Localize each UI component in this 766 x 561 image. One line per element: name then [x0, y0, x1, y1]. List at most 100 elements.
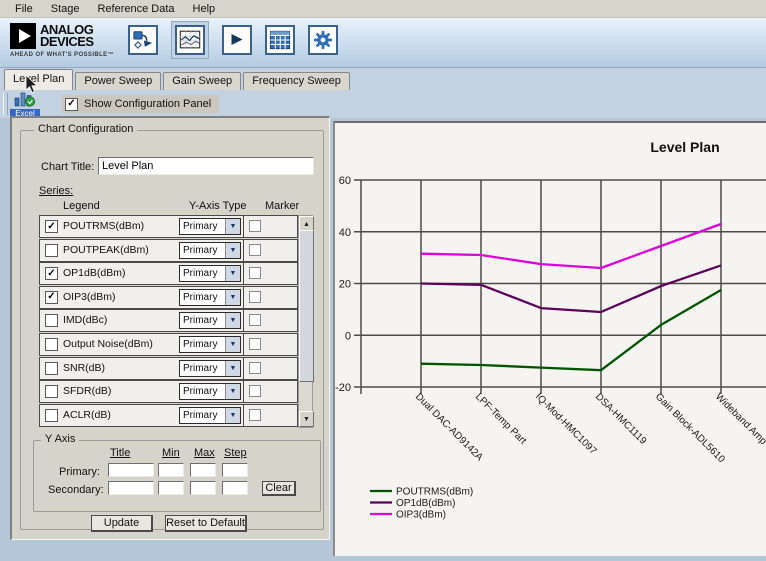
settings-gear-icon[interactable]	[308, 25, 338, 55]
chart-icon[interactable]	[175, 25, 205, 55]
tab-frequency-sweep[interactable]: Frequency Sweep	[243, 72, 350, 90]
marker-checkbox[interactable]	[249, 267, 261, 279]
amplifier-icon[interactable]	[222, 25, 252, 55]
menu-reference-data[interactable]: Reference Data	[88, 2, 183, 16]
dropdown-arrow-icon[interactable]: ▼	[225, 290, 240, 305]
dropdown-arrow-icon[interactable]: ▼	[225, 243, 240, 258]
menu-stage[interactable]: Stage	[42, 2, 89, 16]
series-line-OIP3(dBm)	[421, 224, 721, 268]
marker-checkbox[interactable]	[249, 314, 261, 326]
tab-gain-sweep[interactable]: Gain Sweep	[163, 72, 241, 90]
dropdown-arrow-icon[interactable]: ▼	[225, 408, 240, 423]
scroll-down-button[interactable]: ▼	[299, 411, 314, 427]
secondary-row-label: Secondary:	[48, 484, 104, 496]
series-label: SFDR(dB)	[63, 385, 111, 397]
yaxis-primary-title-input[interactable]	[108, 463, 154, 477]
chart-title-input[interactable]	[98, 157, 314, 175]
update-button[interactable]: Update	[91, 515, 153, 532]
marker-checkbox[interactable]	[249, 291, 261, 303]
y-axis-type-dropdown[interactable]: Primary▼	[179, 383, 241, 400]
series-enable-checkbox[interactable]	[45, 338, 58, 351]
marker-cell	[243, 358, 299, 379]
dropdown-arrow-icon[interactable]: ▼	[225, 361, 240, 376]
y-axis-type-dropdown[interactable]: Primary ▼	[179, 265, 241, 282]
marker-checkbox[interactable]	[249, 220, 261, 232]
y-axis-type-dropdown[interactable]: Primary▼	[179, 289, 241, 306]
yaxis-secondary-title-input[interactable]	[108, 481, 154, 495]
dropdown-arrow-icon[interactable]: ▼	[225, 313, 240, 328]
yaxis-primary-max-input[interactable]	[190, 463, 216, 477]
series-list-scrollbar[interactable]: ▲ ▼	[298, 215, 313, 428]
svg-text:POUTRMS(dBm): POUTRMS(dBm)	[396, 487, 473, 498]
marker-cell	[243, 216, 299, 237]
y-axis-type-dropdown[interactable]: Primary▼	[179, 242, 241, 259]
y-axis-type-value: Primary	[183, 268, 217, 279]
y-axis-group-title: Y Axis	[41, 433, 79, 445]
series-enable-checkbox[interactable]: ✓	[45, 291, 58, 304]
series-enable-checkbox[interactable]	[45, 385, 58, 398]
clear-button[interactable]: Clear	[262, 481, 296, 496]
series-label: POUTRMS(dBm)	[63, 220, 144, 232]
y-axis-group: Y Axis Title Min Max Step Primary: Secon…	[33, 440, 321, 512]
dropdown-arrow-icon[interactable]: ▼	[225, 219, 240, 234]
menu-file[interactable]: File	[6, 2, 42, 16]
marker-checkbox[interactable]	[249, 362, 261, 374]
svg-text:OIP3(dBm): OIP3(dBm)	[396, 510, 446, 521]
series-enable-checkbox[interactable]	[45, 362, 58, 375]
marker-checkbox[interactable]	[249, 385, 261, 397]
tab-level-plan[interactable]: Level Plan	[4, 69, 73, 90]
y-axis-type-dropdown[interactable]: Primary▼	[179, 407, 241, 424]
table-icon[interactable]	[265, 25, 295, 55]
series-enable-checkbox[interactable]	[45, 244, 58, 257]
dropdown-arrow-icon[interactable]: ▼	[225, 337, 240, 352]
series-enable-checkbox[interactable]: ✓	[45, 220, 58, 233]
reset-to-default-button[interactable]: Reset to Default	[165, 515, 247, 532]
show-configuration-panel-toggle[interactable]: ✓ Show Configuration Panel	[62, 95, 219, 113]
y-axis-type-dropdown[interactable]: Primary ▼	[179, 360, 241, 377]
series-list: ✓POUTRMS(dBm)Primary▼POUTPEAK(dBm)Primar…	[39, 215, 298, 428]
yaxis-primary-min-input[interactable]	[158, 463, 184, 477]
marker-checkbox[interactable]	[249, 338, 261, 350]
svg-text:-20: -20	[335, 382, 351, 394]
y-axis-max-header: Max	[194, 447, 215, 459]
y-axis-type-dropdown[interactable]: Primary ▼	[179, 336, 241, 353]
series-enable-checkbox[interactable]	[45, 314, 58, 327]
yaxis-primary-step-input[interactable]	[222, 463, 248, 477]
dropdown-arrow-icon[interactable]: ▼	[225, 384, 240, 399]
series-line-POUTRMS(dBm)	[421, 290, 721, 370]
y-axis-type-dropdown[interactable]: Primary ▼	[179, 218, 241, 235]
marker-column-header: Marker	[265, 200, 299, 212]
y-axis-type-value: Primary	[183, 221, 217, 232]
signal-chain-icon[interactable]	[128, 25, 158, 55]
dropdown-arrow-icon[interactable]: ▼	[225, 266, 240, 281]
y-axis-type-value: Primary	[183, 363, 217, 374]
series-enable-checkbox[interactable]: ✓	[45, 267, 58, 280]
y-axis-type-value: Primary	[183, 339, 217, 350]
marker-checkbox[interactable]	[249, 244, 261, 256]
svg-text:IQ-Mod-HMC1097: IQ-Mod-HMC1097	[533, 391, 599, 457]
yaxis-secondary-step-input[interactable]	[222, 481, 248, 495]
tab-strip: Level PlanPower SweepGain SweepFrequency…	[0, 68, 766, 90]
tab-power-sweep[interactable]: Power Sweep	[75, 72, 161, 90]
series-label: OP1dB(dBm)	[63, 267, 125, 279]
marker-checkbox[interactable]	[249, 409, 261, 421]
yaxis-secondary-max-input[interactable]	[190, 481, 216, 495]
svg-text:60: 60	[339, 175, 351, 187]
yaxis-secondary-min-input[interactable]	[158, 481, 184, 495]
scrollbar-thumb[interactable]	[299, 230, 314, 382]
chart-icon-selected-frame	[171, 21, 209, 59]
show-configuration-checkbox[interactable]: ✓	[65, 98, 78, 111]
y-axis-step-header: Step	[224, 447, 247, 459]
series-enable-checkbox[interactable]	[45, 409, 58, 422]
y-axis-type-dropdown[interactable]: Primary▼	[179, 312, 241, 329]
series-label: ACLR(dB)	[63, 409, 111, 421]
series-label: SNR(dB)	[63, 362, 105, 374]
sub-toolbar: Excel ✓ Show Configuration Panel	[0, 90, 766, 118]
logo-triangle-icon	[10, 23, 36, 49]
svg-text:OP1dB(dBm): OP1dB(dBm)	[396, 498, 455, 509]
series-row-2: ✓ OP1dB(dBm) Primary ▼	[39, 262, 298, 285]
marker-cell	[243, 240, 299, 261]
primary-row-label: Primary:	[59, 466, 100, 478]
export-excel-button[interactable]: Excel	[9, 90, 41, 118]
menu-help[interactable]: Help	[184, 2, 225, 16]
